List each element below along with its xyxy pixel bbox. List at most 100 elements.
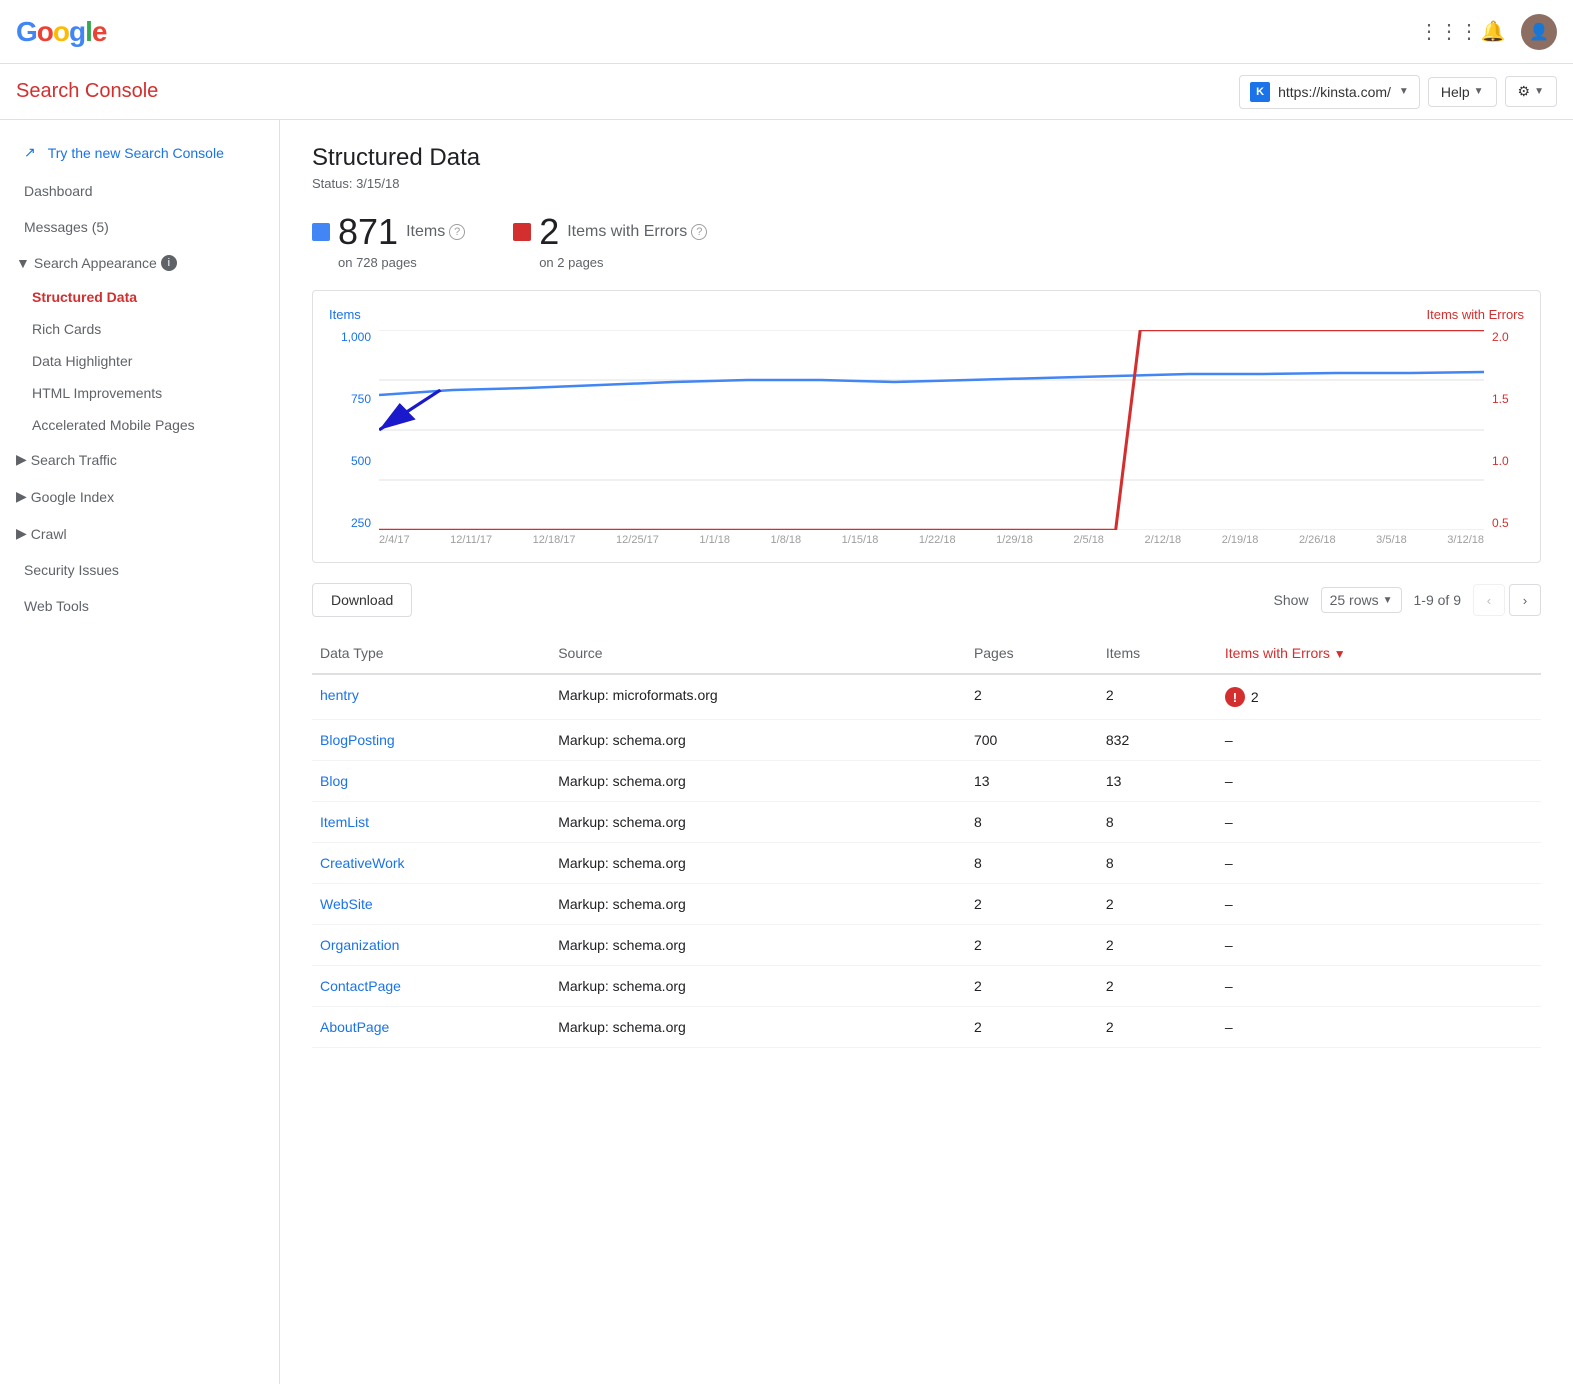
- type-link[interactable]: Blog: [320, 773, 348, 789]
- cell-pages: 2: [966, 966, 1098, 1007]
- sidebar-section-search-appearance[interactable]: ▼ Search Appearance i: [0, 245, 279, 281]
- type-link[interactable]: CreativeWork: [320, 855, 405, 871]
- bell-icon[interactable]: 🔔: [1477, 16, 1509, 48]
- type-link[interactable]: Organization: [320, 937, 399, 953]
- sub-header-controls: K https://kinsta.com/ ▼ Help ▼ ⚙ ▼: [1239, 75, 1557, 109]
- cell-pages: 13: [966, 761, 1098, 802]
- k-logo: K: [1250, 82, 1270, 102]
- download-button[interactable]: Download: [312, 583, 412, 617]
- table-row: WebSiteMarkup: schema.org22–: [312, 884, 1541, 925]
- table-row: BlogPostingMarkup: schema.org700832–: [312, 720, 1541, 761]
- sidebar-item-web-tools[interactable]: Web Tools: [0, 588, 279, 624]
- amp-label: Accelerated Mobile Pages: [32, 417, 195, 433]
- web-tools-label: Web Tools: [24, 598, 89, 614]
- sidebar-item-data-highlighter[interactable]: Data Highlighter: [0, 345, 279, 377]
- cell-source: Markup: schema.org: [550, 1007, 966, 1048]
- sidebar-item-dashboard[interactable]: Dashboard: [0, 173, 279, 209]
- type-link[interactable]: BlogPosting: [320, 732, 395, 748]
- sidebar-item-rich-cards[interactable]: Rich Cards: [0, 313, 279, 345]
- chart-container: Items Items with Errors 1,000 750 500 25…: [312, 290, 1541, 563]
- type-link[interactable]: WebSite: [320, 896, 373, 912]
- items-help-icon[interactable]: ?: [449, 224, 465, 240]
- cell-source: Markup: schema.org: [550, 720, 966, 761]
- cell-pages: 8: [966, 843, 1098, 884]
- settings-button[interactable]: ⚙ ▼: [1505, 76, 1557, 107]
- col-header-errors[interactable]: Items with Errors ▼: [1217, 633, 1541, 674]
- cell-items: 2: [1098, 925, 1217, 966]
- errors-help-icon[interactable]: ?: [691, 224, 707, 240]
- help-button[interactable]: Help ▼: [1428, 77, 1497, 107]
- rows-label: 25 rows: [1330, 592, 1379, 608]
- html-improvements-label: HTML Improvements: [32, 385, 162, 401]
- cell-pages: 2: [966, 884, 1098, 925]
- error-badge: !: [1225, 687, 1245, 707]
- site-url: https://kinsta.com/: [1278, 84, 1391, 100]
- cell-items: 8: [1098, 843, 1217, 884]
- sidebar-section-google-index[interactable]: ▶ Google Index: [0, 478, 279, 515]
- type-link[interactable]: AboutPage: [320, 1019, 389, 1035]
- items-count: 871: [338, 211, 398, 253]
- cell-items: 8: [1098, 802, 1217, 843]
- cell-errors: –: [1217, 843, 1541, 884]
- cell-type: ItemList: [312, 802, 550, 843]
- sidebar-section-crawl[interactable]: ▶ Crawl: [0, 515, 279, 552]
- chart-area: 1,000 750 500 250: [329, 330, 1524, 530]
- app-title: Search Console: [16, 80, 158, 103]
- cell-errors: –: [1217, 1007, 1541, 1048]
- sidebar-item-messages[interactable]: Messages (5): [0, 209, 279, 245]
- chart-legend: Items Items with Errors: [329, 307, 1524, 322]
- chart-legend-errors: Items with Errors: [1426, 307, 1524, 322]
- sidebar-item-try-new[interactable]: ↗ Try the new Search Console: [0, 132, 279, 173]
- content: Structured Data Status: 3/15/18 871 Item…: [280, 120, 1573, 1384]
- prev-page-button[interactable]: ‹: [1473, 584, 1505, 616]
- sidebar-item-html-improvements[interactable]: HTML Improvements: [0, 377, 279, 409]
- cell-items: 2: [1098, 1007, 1217, 1048]
- data-table: Data Type Source Pages Items Items with …: [312, 633, 1541, 1048]
- sidebar-item-security[interactable]: Security Issues: [0, 552, 279, 588]
- cell-type: ContactPage: [312, 966, 550, 1007]
- cell-errors: –: [1217, 925, 1541, 966]
- chevron-down-icon: ▼: [1474, 86, 1484, 97]
- cell-type: BlogPosting: [312, 720, 550, 761]
- cell-source: Markup: microformats.org: [550, 674, 966, 720]
- rich-cards-label: Rich Cards: [32, 321, 101, 337]
- rows-dropdown[interactable]: 25 rows ▼: [1321, 587, 1402, 613]
- chart-legend-items: Items: [329, 307, 361, 322]
- site-selector[interactable]: K https://kinsta.com/ ▼: [1239, 75, 1420, 109]
- header: Google ⋮⋮⋮ 🔔 👤: [0, 0, 1573, 64]
- info-icon: i: [161, 255, 177, 271]
- sidebar: ↗ Try the new Search Console Dashboard M…: [0, 120, 280, 1384]
- grid-icon[interactable]: ⋮⋮⋮: [1433, 16, 1465, 48]
- cell-errors: –: [1217, 884, 1541, 925]
- sidebar-item-amp[interactable]: Accelerated Mobile Pages: [0, 409, 279, 441]
- sidebar-item-structured-data[interactable]: Structured Data: [0, 281, 279, 313]
- chart-y-left: 1,000 750 500 250: [329, 330, 379, 530]
- type-link[interactable]: ContactPage: [320, 978, 401, 994]
- cell-errors: –: [1217, 761, 1541, 802]
- table-controls: Download Show 25 rows ▼ 1-9 of 9 ‹ ›: [312, 583, 1541, 617]
- items-stat: 871 Items ? on 728 pages: [312, 211, 465, 270]
- cell-source: Markup: schema.org: [550, 966, 966, 1007]
- type-link[interactable]: ItemList: [320, 814, 369, 830]
- cell-type: hentry: [312, 674, 550, 720]
- cell-type: Organization: [312, 925, 550, 966]
- cell-source: Markup: schema.org: [550, 843, 966, 884]
- expand-icon: ▶: [16, 451, 27, 468]
- col-header-pages: Pages: [966, 633, 1098, 674]
- chart-svg: [379, 330, 1484, 530]
- avatar[interactable]: 👤: [1521, 14, 1557, 50]
- crawl-label: Crawl: [31, 526, 67, 542]
- sort-icon: ▼: [1334, 647, 1346, 661]
- pagination: Show 25 rows ▼ 1-9 of 9 ‹ ›: [1274, 584, 1541, 616]
- type-link[interactable]: hentry: [320, 687, 359, 703]
- errors-label: Items with Errors ?: [567, 223, 707, 241]
- sidebar-section-search-traffic[interactable]: ▶ Search Traffic: [0, 441, 279, 478]
- chevron-down-icon: ▼: [1399, 86, 1409, 97]
- table-row: OrganizationMarkup: schema.org22–: [312, 925, 1541, 966]
- errors-subtext: on 2 pages: [513, 255, 707, 270]
- google-index-label: Google Index: [31, 489, 114, 505]
- cell-pages: 2: [966, 674, 1098, 720]
- chart-y-right: 2.0 1.5 1.0 0.5: [1484, 330, 1524, 530]
- col-header-type: Data Type: [312, 633, 550, 674]
- next-page-button[interactable]: ›: [1509, 584, 1541, 616]
